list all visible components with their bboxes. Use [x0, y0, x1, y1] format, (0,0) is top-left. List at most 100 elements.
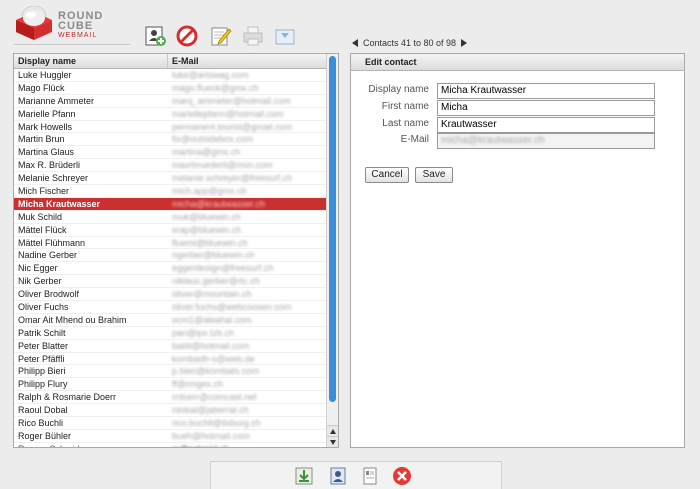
contact-email: ocm1@aleahal.com [172, 314, 252, 325]
column-header-email[interactable]: E-Mail [172, 56, 199, 66]
contact-name: Nadine Gerber [18, 250, 78, 261]
delete-button[interactable] [175, 24, 199, 48]
contact-email: melanie.schreyer@freesurf.ch [172, 173, 293, 184]
contact-name: Mark Howells [18, 121, 73, 132]
vcard-icon [363, 467, 377, 485]
export-icon [275, 29, 295, 45]
contact-email: kombadh-s@web.de [172, 353, 255, 364]
column-header-display-name[interactable]: Display name [18, 56, 76, 66]
next-page-arrow-icon[interactable] [461, 39, 468, 47]
contact-email: p.bieri@kombats.com [172, 366, 260, 377]
table-row[interactable]: Muk Schild muk@bluewin.ch [14, 211, 326, 224]
edit-icon [211, 27, 232, 46]
previous-page-arrow-icon[interactable] [352, 39, 358, 47]
table-row[interactable]: Marianne Ammeter marq_ammeter@hotmail.com [14, 95, 326, 108]
table-row[interactable]: Mago Flück mago.flueck@gmx.ch [14, 82, 326, 95]
contact-name: Mago Flück [18, 82, 65, 93]
cancel-button[interactable]: Cancel [365, 167, 409, 183]
table-row[interactable]: Oliver Fuchs oliver.fuchs@webcoosen.com [14, 301, 326, 314]
email-field-value: micha@krautwasser.ch [441, 135, 545, 146]
table-row[interactable]: Martin Brun fix@outsidebox.com [14, 133, 326, 147]
contact-name: Peter Pfäffli [18, 353, 65, 364]
table-row[interactable]: Peter Pfäffli kombadh-s@web.de [14, 353, 326, 366]
contact-email: muk@bluewin.ch [172, 211, 241, 222]
import-button[interactable] [294, 466, 314, 486]
address-card-icon [330, 467, 346, 485]
contact-email: ff@rmgex.ch [172, 379, 223, 390]
contact-email: permanent.tourist@gmail.com [172, 121, 293, 132]
last-name-field[interactable]: Krautwasser [437, 117, 655, 133]
contact-name: Nic Egger [18, 263, 58, 274]
edit-button[interactable] [209, 24, 233, 48]
column-separator [167, 54, 168, 68]
contact-name: Martina Glaus [18, 147, 75, 158]
table-row[interactable]: Mättel Flück srap@bluewin.ch [14, 224, 326, 237]
contacts-rows: Luke Huggler luke@artswag.com Mago Flück ma… [14, 69, 326, 447]
table-row[interactable]: Mich Fischer mich.app@gmx.ch [14, 185, 326, 198]
contact-email: oliver.fuchs@webcoosen.com [172, 302, 292, 313]
contacts-list: Display name E-Mail Luke Huggler luke@art… [13, 53, 339, 448]
contact-email: rrdoerr@comcast.net [172, 392, 257, 403]
table-row[interactable]: Nik Gerber niklaus.gerber@rtc.ch [14, 275, 326, 289]
table-row[interactable]: Melanie Schreyer melanie.schreyer@freesur… [14, 172, 326, 186]
contact-email: maxrbruederli@msn.com [172, 160, 273, 171]
table-row[interactable]: Peter Blatter bablt@hotmail.com [14, 340, 326, 353]
contact-name: Oliver Fuchs [18, 302, 69, 313]
contact-email: ngerber@bluewin.ch [172, 250, 255, 261]
table-row[interactable]: Nadine Gerber ngerber@bluewin.ch [14, 249, 326, 263]
cube-logo-icon [16, 6, 52, 40]
table-row[interactable]: Philipp Flury ff@rmgex.ch [14, 378, 326, 392]
contact-email: marq_ammeter@hotmail.com [172, 95, 291, 106]
print-button[interactable] [241, 24, 265, 48]
save-button[interactable]: Save [415, 167, 453, 183]
display-name-field[interactable]: Micha Krautwasser [437, 83, 655, 99]
add-contact-icon [145, 26, 166, 46]
table-row[interactable]: Oliver Brodwolf oliver@mountain.ch [14, 288, 326, 302]
table-row[interactable]: Patrik Schilt pan@ipx.tzb.ch [14, 327, 326, 340]
contact-email: pan@ipx.tzb.ch [172, 327, 235, 338]
contact-name: Muk Schild [18, 211, 63, 222]
table-row[interactable]: Nic Egger eggerdesign@freesurf.ch [14, 262, 326, 276]
contact-name: Luke Huggler [18, 70, 72, 80]
table-row[interactable]: Max R. Brüderli maxrbruederli@msn.com [14, 159, 326, 173]
contact-name: Mättel Flück [18, 224, 67, 235]
contact-name: Marielle Pfann [18, 108, 76, 119]
address-card-button[interactable] [328, 466, 348, 486]
contact-name: Roger Bühler [18, 430, 72, 441]
table-row[interactable]: Roger Bühler bueh@hotmail.com [14, 430, 326, 443]
scroll-down-button[interactable] [327, 436, 338, 447]
table-row[interactable]: Roman Schmid rs@schmid.ch [14, 443, 326, 447]
contact-email: fix@outsidebox.com [172, 134, 254, 145]
contact-email: eggerdesign@freesurf.ch [172, 263, 274, 274]
table-row[interactable]: Mättel Flühmann fluemi@bluewin.ch [14, 237, 326, 250]
edit-contact-panel: Edit contact Display name Micha Krautwas… [350, 53, 685, 448]
contact-name: Omar Ait Mhend ou Brahim [18, 314, 127, 325]
contact-name: Martin Brun [18, 134, 65, 145]
contact-email: luke@artswag.com [172, 70, 249, 80]
edit-contact-title-bar: Edit contact [351, 54, 684, 71]
table-row[interactable]: Rico Buchli rico.buchli@tlsburg.ch [14, 417, 326, 430]
contact-name: Oliver Brodwolf [18, 289, 80, 300]
contacts-list-header: Display name E-Mail [14, 54, 326, 69]
export-button[interactable] [273, 24, 297, 48]
contact-name: Mich Fischer [18, 186, 70, 197]
close-button[interactable] [392, 466, 412, 486]
table-row[interactable]: Mark Howells permanent.tourist@gmail.com [14, 121, 326, 134]
contact-email: niklaus.gerber@rtc.ch [172, 276, 260, 287]
vcard-button[interactable] [360, 466, 380, 486]
table-row[interactable]: Philipp Bieri p.bieri@kombats.com [14, 365, 326, 379]
table-row[interactable]: Micha Krautwasser micha@krautwasser.ch [14, 197, 326, 211]
scrollbar[interactable] [326, 54, 338, 447]
email-field[interactable]: micha@krautwasser.ch [437, 133, 655, 149]
scroll-thumb[interactable] [329, 56, 336, 402]
table-row[interactable]: Luke Huggler luke@artswag.com [14, 69, 326, 82]
table-row[interactable]: Martina Glaus martina@gmx.ch [14, 146, 326, 160]
first-name-field[interactable]: Micha [437, 100, 655, 116]
table-row[interactable]: Raoul Dobal rdobal@jaberrat.ch [14, 404, 326, 418]
email-label: E-Mail [400, 134, 429, 145]
contact-name: Nik Gerber [18, 276, 62, 287]
table-row[interactable]: Omar Ait Mhend ou Brahim ocm1@aleahal.com [14, 314, 326, 327]
table-row[interactable]: Ralph & Rosmarie Doerr rrdoerr@comcast.ne… [14, 391, 326, 405]
table-row[interactable]: Marielle Pfann mariellepfann@hotmail.com [14, 108, 326, 121]
add-contact-button[interactable] [143, 24, 167, 48]
